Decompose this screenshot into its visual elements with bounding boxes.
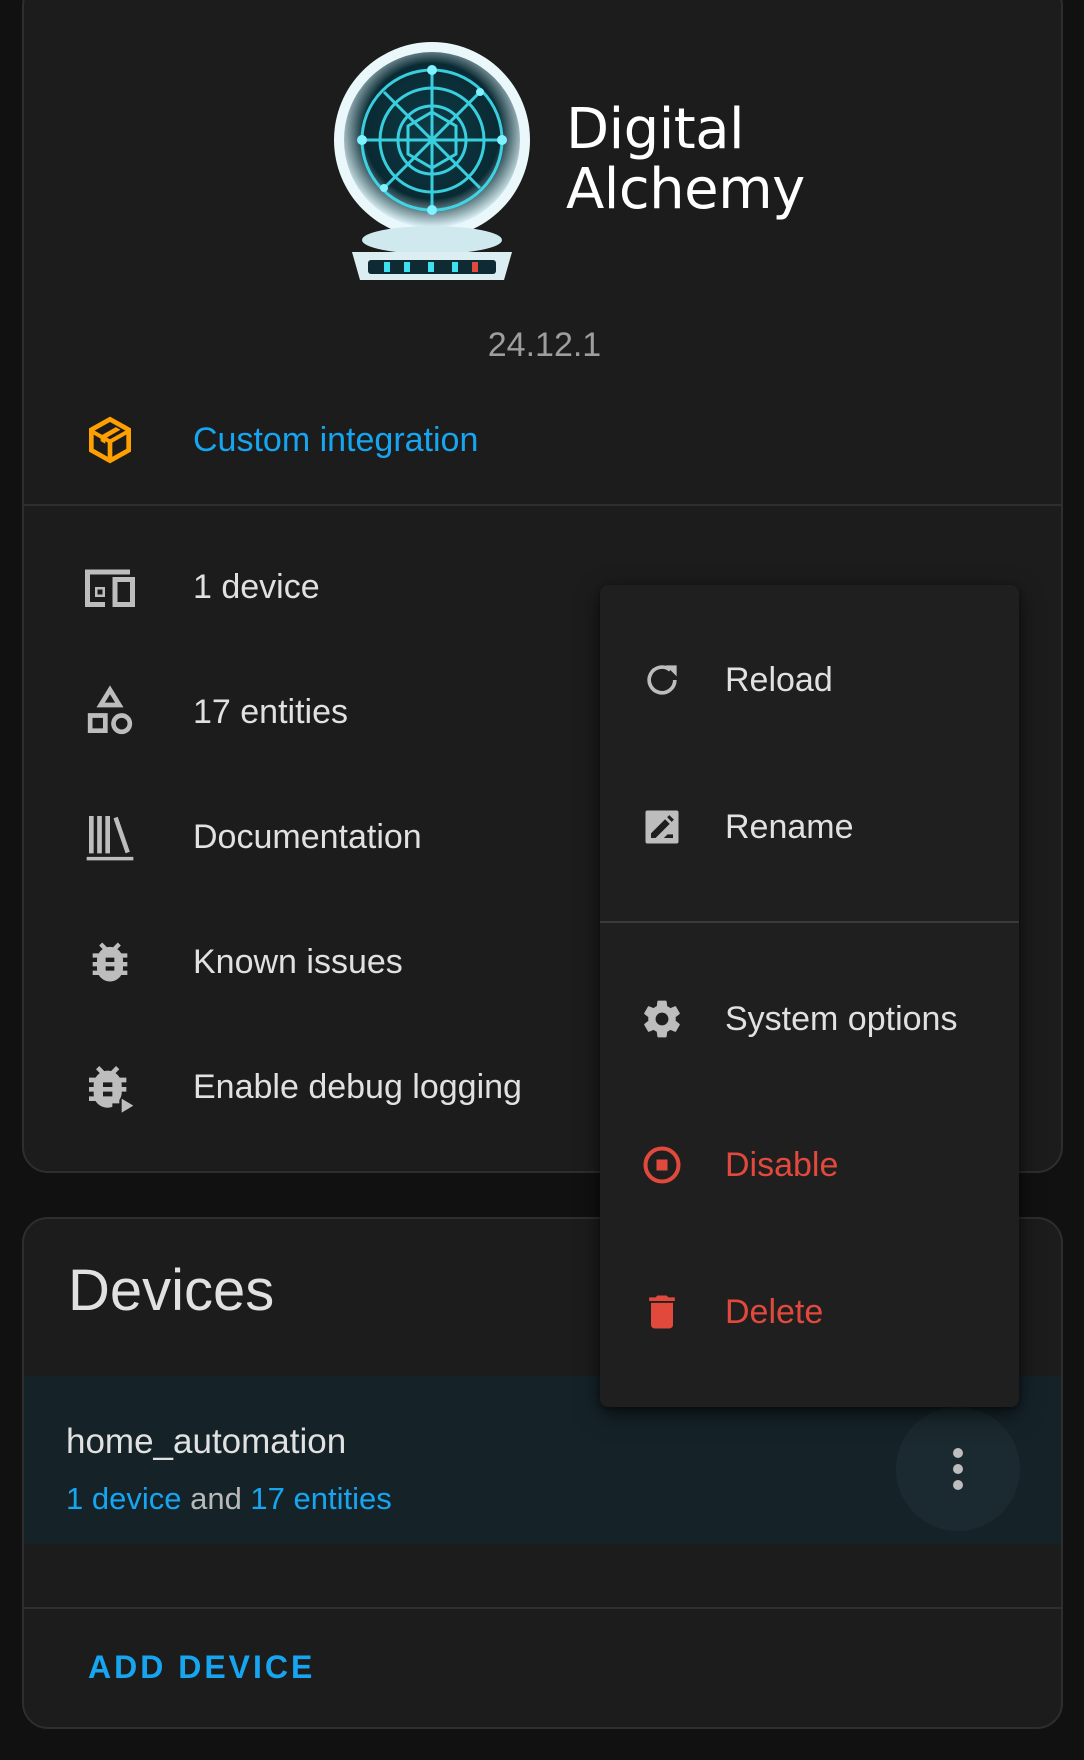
- devices-title: Devices: [68, 1258, 275, 1323]
- menu-item-delete[interactable]: Delete: [600, 1252, 1019, 1372]
- menu-item-system-options-label: System options: [725, 999, 958, 1038]
- menu-item-disable-label: Disable: [725, 1145, 839, 1184]
- menu-item-rename[interactable]: Rename: [600, 767, 1019, 887]
- trash-icon: [636, 1286, 688, 1338]
- package-icon: [80, 410, 140, 470]
- menu-item-disable[interactable]: Disable: [600, 1105, 1019, 1225]
- bookshelf-icon: [80, 807, 140, 867]
- device-name: home_automation: [66, 1422, 347, 1461]
- custom-integration-row: Custom integration: [24, 395, 1061, 485]
- menu-item-reload[interactable]: Reload: [600, 620, 1019, 740]
- device-more-options-button[interactable]: [896, 1407, 1020, 1531]
- menu-item-rename-label: Rename: [725, 807, 854, 846]
- dots-vertical-icon: [953, 1448, 963, 1490]
- devices-icon: [80, 557, 140, 617]
- device-summary: 1 device and 17 entities: [66, 1481, 392, 1517]
- bug-icon: [80, 932, 140, 992]
- stop-circle-icon: [636, 1139, 688, 1191]
- info-divider: [24, 504, 1061, 506]
- devices-card-divider: [24, 1607, 1061, 1609]
- logo-text-line1: Digital: [566, 97, 745, 162]
- add-device-button[interactable]: ADD DEVICE: [88, 1649, 315, 1686]
- device-summary-and: and: [181, 1481, 251, 1516]
- integration-version: 24.12.1: [487, 326, 602, 364]
- integration-page: Digital Alchemy 24.12.1 Custom integrati…: [0, 0, 1084, 1760]
- logo-wordmark: Digital Alchemy: [566, 100, 805, 220]
- menu-item-system-options[interactable]: System options: [600, 959, 1019, 1079]
- integration-context-menu: Reload Rename System options Disable Del…: [600, 585, 1019, 1407]
- shapes-icon: [80, 682, 140, 742]
- bug-play-icon: [80, 1057, 140, 1117]
- logo-text-line2: Alchemy: [566, 157, 805, 222]
- rename-icon: [636, 801, 688, 853]
- crystal-ball-logo-icon: [334, 42, 530, 280]
- menu-item-delete-label: Delete: [725, 1292, 824, 1331]
- gear-icon: [636, 993, 688, 1045]
- known-issues-label: Known issues: [193, 942, 403, 981]
- reload-icon: [636, 654, 688, 706]
- enable-debug-logging-label: Enable debug logging: [193, 1067, 522, 1106]
- menu-divider: [600, 921, 1019, 923]
- custom-integration-link[interactable]: Custom integration: [193, 421, 478, 460]
- devices-count-label: 1 device: [193, 567, 320, 606]
- entities-count-label: 17 entities: [193, 692, 348, 731]
- device-devices-link[interactable]: 1 device: [66, 1481, 181, 1516]
- documentation-label: Documentation: [193, 817, 422, 856]
- menu-item-reload-label: Reload: [725, 660, 833, 699]
- device-entities-link[interactable]: 17 entities: [250, 1481, 391, 1516]
- integration-logo: Digital Alchemy: [332, 40, 832, 290]
